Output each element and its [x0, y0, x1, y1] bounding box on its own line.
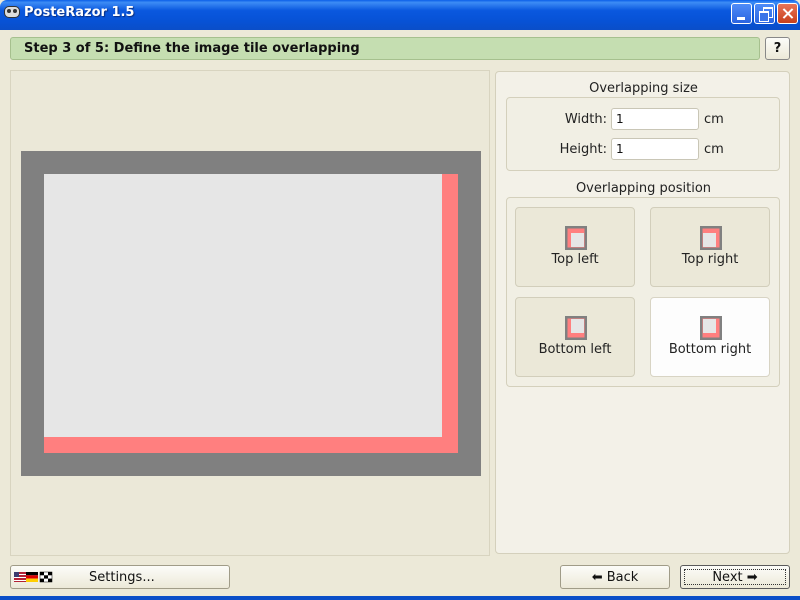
- maximize-button[interactable]: [754, 3, 775, 24]
- bottom-left-label: Bottom left: [538, 342, 612, 357]
- next-label: Next: [712, 570, 743, 585]
- app-face-icon: [4, 6, 20, 18]
- overlapping-position-title: Overlapping position: [575, 181, 712, 196]
- top-right-label: Top right: [681, 252, 739, 267]
- height-input[interactable]: [611, 138, 699, 160]
- arrow-left-icon: ⬅: [591, 570, 603, 585]
- help-button[interactable]: ?: [765, 37, 790, 60]
- step-header: Step 3 of 5: Define the image tile overl…: [10, 37, 760, 60]
- width-unit: cm: [704, 112, 724, 127]
- minimize-button[interactable]: [731, 3, 752, 24]
- paper-preview: [21, 151, 481, 476]
- settings-panel: Overlapping size Width: cm Height: cm Ov…: [495, 71, 790, 554]
- bottom-left-overlap-icon: [565, 316, 587, 340]
- height-label: Height:: [559, 142, 607, 157]
- top-left-button[interactable]: Top left: [515, 207, 635, 287]
- height-unit: cm: [704, 142, 724, 157]
- back-button[interactable]: ⬅ Back: [560, 565, 670, 589]
- width-input[interactable]: [611, 108, 699, 130]
- bottom-left-button[interactable]: Bottom left: [515, 297, 635, 377]
- flags-icon: [14, 571, 53, 583]
- window-border: [0, 596, 800, 600]
- bottom-right-overlap-icon: [700, 316, 722, 340]
- next-button[interactable]: Next ➡: [680, 565, 790, 589]
- preview-area: [10, 70, 490, 556]
- title-bar: PosteRazor 1.5: [0, 0, 800, 30]
- step-title: Step 3 of 5: Define the image tile overl…: [24, 41, 360, 56]
- back-label: Back: [606, 570, 639, 585]
- bottom-right-button[interactable]: Bottom right: [650, 297, 770, 377]
- settings-label: Settings...: [89, 570, 155, 585]
- window-title: PosteRazor 1.5: [24, 5, 135, 20]
- bottom-right-label: Bottom right: [668, 342, 752, 357]
- top-right-button[interactable]: Top right: [650, 207, 770, 287]
- tile-image: [44, 174, 442, 437]
- overlapping-size-title: Overlapping size: [589, 81, 698, 96]
- settings-button[interactable]: Settings...: [10, 565, 230, 589]
- arrow-right-icon: ➡: [746, 570, 758, 585]
- overlapping-size-group: Width: cm Height: cm: [506, 97, 780, 171]
- close-button[interactable]: [777, 3, 798, 24]
- top-left-label: Top left: [551, 252, 599, 267]
- top-right-overlap-icon: [700, 226, 722, 250]
- overlapping-position-group: Top left Top right Bottom left Bottom ri…: [506, 197, 780, 387]
- top-left-overlap-icon: [565, 226, 587, 250]
- width-label: Width:: [564, 112, 607, 127]
